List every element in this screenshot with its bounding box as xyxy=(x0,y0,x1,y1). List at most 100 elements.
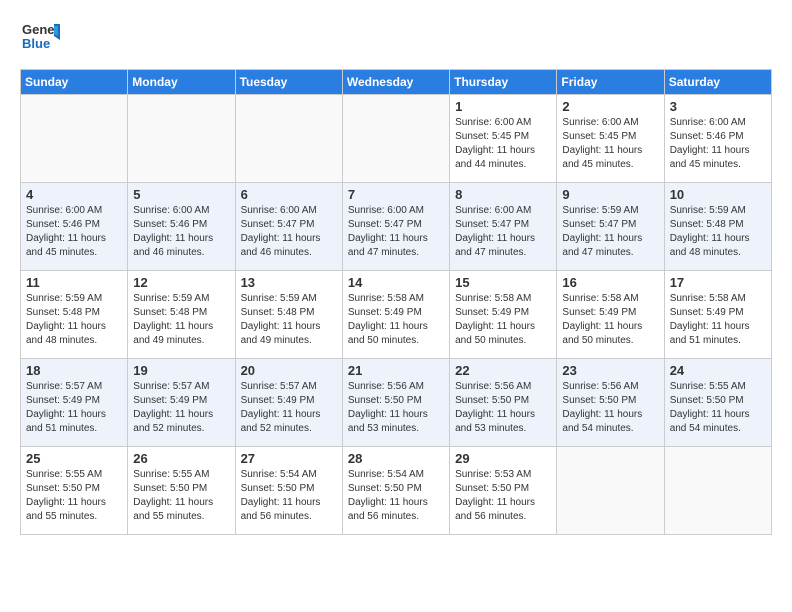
calendar-cell: 23 Sunrise: 5:56 AM Sunset: 5:50 PM Dayli… xyxy=(557,359,664,447)
calendar-cell: 4 Sunrise: 6:00 AM Sunset: 5:46 PM Daylig… xyxy=(21,183,128,271)
day-number: 1 xyxy=(455,99,551,114)
day-number: 29 xyxy=(455,451,551,466)
day-number: 3 xyxy=(670,99,766,114)
day-number: 4 xyxy=(26,187,122,202)
calendar-cell: 26 Sunrise: 5:55 AM Sunset: 5:50 PM Dayli… xyxy=(128,447,235,535)
calendar-cell: 14 Sunrise: 5:58 AM Sunset: 5:49 PM Dayli… xyxy=(342,271,449,359)
calendar-cell: 10 Sunrise: 5:59 AM Sunset: 5:48 PM Dayli… xyxy=(664,183,771,271)
calendar-cell xyxy=(128,95,235,183)
calendar-cell: 7Sunrise: 6:00 AM Sunset: 5:47 PM Daylig… xyxy=(342,183,449,271)
calendar-table: SundayMondayTuesdayWednesdayThursdayFrid… xyxy=(20,69,772,535)
calendar-week-row: 25 Sunrise: 5:55 AM Sunset: 5:50 PM Dayli… xyxy=(21,447,772,535)
day-number: 15 xyxy=(455,275,551,290)
calendar-cell: 25 Sunrise: 5:55 AM Sunset: 5:50 PM Dayli… xyxy=(21,447,128,535)
day-number: 20 xyxy=(241,363,337,378)
cell-info: Sunrise: 5:56 AM Sunset: 5:50 PM Dayligh… xyxy=(562,380,658,436)
calendar-cell: 9 Sunrise: 5:59 AM Sunset: 5:47 PM Daylig… xyxy=(557,183,664,271)
header-day: Saturday xyxy=(664,70,771,95)
calendar-cell: 2 Sunrise: 6:00 AM Sunset: 5:45 PM Daylig… xyxy=(557,95,664,183)
header-day: Wednesday xyxy=(342,70,449,95)
calendar-cell: 18Sunrise: 5:57 AM Sunset: 5:49 PM Dayli… xyxy=(21,359,128,447)
day-number: 16 xyxy=(562,275,658,290)
calendar-cell: 8Sunrise: 6:00 AM Sunset: 5:47 PM Daylig… xyxy=(450,183,557,271)
cell-info: Sunrise: 5:59 AM Sunset: 5:47 PM Dayligh… xyxy=(562,204,658,260)
cell-info: Sunrise: 5:58 AM Sunset: 5:49 PM Dayligh… xyxy=(562,292,658,348)
calendar-week-row: 11 Sunrise: 5:59 AM Sunset: 5:48 PM Dayli… xyxy=(21,271,772,359)
cell-info: Sunrise: 5:54 AM Sunset: 5:50 PM Dayligh… xyxy=(348,468,444,524)
cell-info: Sunrise: 5:58 AM Sunset: 5:49 PM Dayligh… xyxy=(455,292,551,348)
calendar-cell: 12 Sunrise: 5:59 AM Sunset: 5:48 PM Dayli… xyxy=(128,271,235,359)
day-number: 2 xyxy=(562,99,658,114)
calendar-cell: 27 Sunrise: 5:54 AM Sunset: 5:50 PM Dayli… xyxy=(235,447,342,535)
day-number: 22 xyxy=(455,363,551,378)
cell-info: Sunrise: 5:57 AM Sunset: 5:49 PM Dayligh… xyxy=(241,380,337,436)
day-number: 28 xyxy=(348,451,444,466)
cell-info: Sunrise: 5:56 AM Sunset: 5:50 PM Dayligh… xyxy=(455,380,551,436)
calendar-week-row: 4 Sunrise: 6:00 AM Sunset: 5:46 PM Daylig… xyxy=(21,183,772,271)
calendar-cell: 20 Sunrise: 5:57 AM Sunset: 5:49 PM Dayli… xyxy=(235,359,342,447)
cell-info: Sunrise: 6:00 AM Sunset: 5:47 PM Dayligh… xyxy=(241,204,337,260)
day-number: 14 xyxy=(348,275,444,290)
day-number: 13 xyxy=(241,275,337,290)
cell-info: Sunrise: 5:54 AM Sunset: 5:50 PM Dayligh… xyxy=(241,468,337,524)
calendar-cell: 6 Sunrise: 6:00 AM Sunset: 5:47 PM Daylig… xyxy=(235,183,342,271)
header-day: Tuesday xyxy=(235,70,342,95)
calendar-cell: 22 Sunrise: 5:56 AM Sunset: 5:50 PM Dayli… xyxy=(450,359,557,447)
calendar-cell: 29 Sunrise: 5:53 AM Sunset: 5:50 PM Dayli… xyxy=(450,447,557,535)
cell-info: Sunrise: 6:00 AM Sunset: 5:46 PM Dayligh… xyxy=(26,204,122,260)
day-number: 19 xyxy=(133,363,229,378)
day-number: 21 xyxy=(348,363,444,378)
cell-info: Sunrise: 5:53 AM Sunset: 5:50 PM Dayligh… xyxy=(455,468,551,524)
day-number: 9 xyxy=(562,187,658,202)
logo-graphic: General Blue xyxy=(20,16,60,61)
cell-info: Sunrise: 5:58 AM Sunset: 5:49 PM Dayligh… xyxy=(348,292,444,348)
cell-info: Sunrise: 5:57 AM Sunset: 5:49 PM Dayligh… xyxy=(133,380,229,436)
cell-info: Sunrise: 5:59 AM Sunset: 5:48 PM Dayligh… xyxy=(670,204,766,260)
header-day: Friday xyxy=(557,70,664,95)
cell-info: Sunrise: 5:58 AM Sunset: 5:49 PM Dayligh… xyxy=(670,292,766,348)
calendar-cell: 3 Sunrise: 6:00 AM Sunset: 5:46 PM Daylig… xyxy=(664,95,771,183)
cell-info: Sunrise: 5:55 AM Sunset: 5:50 PM Dayligh… xyxy=(670,380,766,436)
cell-info: Sunrise: 6:00 AM Sunset: 5:46 PM Dayligh… xyxy=(133,204,229,260)
header-row: SundayMondayTuesdayWednesdayThursdayFrid… xyxy=(21,70,772,95)
day-number: 17 xyxy=(670,275,766,290)
logo: General Blue xyxy=(20,16,60,61)
cell-info: Sunrise: 6:00 AM Sunset: 5:45 PM Dayligh… xyxy=(562,116,658,172)
cell-info: Sunrise: 6:00 AM Sunset: 5:46 PM Dayligh… xyxy=(670,116,766,172)
cell-info: Sunrise: 5:55 AM Sunset: 5:50 PM Dayligh… xyxy=(133,468,229,524)
calendar-cell xyxy=(557,447,664,535)
day-number: 23 xyxy=(562,363,658,378)
cell-info: Sunrise: 5:59 AM Sunset: 5:48 PM Dayligh… xyxy=(133,292,229,348)
calendar-cell xyxy=(342,95,449,183)
calendar-cell: 19 Sunrise: 5:57 AM Sunset: 5:49 PM Dayli… xyxy=(128,359,235,447)
calendar-cell: 15 Sunrise: 5:58 AM Sunset: 5:49 PM Dayli… xyxy=(450,271,557,359)
cell-info: Sunrise: 6:00 AM Sunset: 5:45 PM Dayligh… xyxy=(455,116,551,172)
header-day: Monday xyxy=(128,70,235,95)
day-number: 5 xyxy=(133,187,229,202)
calendar-cell: 16 Sunrise: 5:58 AM Sunset: 5:49 PM Dayli… xyxy=(557,271,664,359)
svg-text:Blue: Blue xyxy=(22,36,50,51)
day-number: 10 xyxy=(670,187,766,202)
cell-info: Sunrise: 5:55 AM Sunset: 5:50 PM Dayligh… xyxy=(26,468,122,524)
calendar-cell: 5 Sunrise: 6:00 AM Sunset: 5:46 PM Daylig… xyxy=(128,183,235,271)
day-number: 6 xyxy=(241,187,337,202)
header-day: Sunday xyxy=(21,70,128,95)
day-number: 25 xyxy=(26,451,122,466)
day-number: 11 xyxy=(26,275,122,290)
calendar-cell: 17 Sunrise: 5:58 AM Sunset: 5:49 PM Dayli… xyxy=(664,271,771,359)
day-number: 24 xyxy=(670,363,766,378)
header-day: Thursday xyxy=(450,70,557,95)
cell-info: Sunrise: 5:56 AM Sunset: 5:50 PM Dayligh… xyxy=(348,380,444,436)
day-number: 27 xyxy=(241,451,337,466)
calendar-cell: 24 Sunrise: 5:55 AM Sunset: 5:50 PM Dayli… xyxy=(664,359,771,447)
day-number: 8 xyxy=(455,187,551,202)
calendar-cell xyxy=(235,95,342,183)
calendar-cell: 11 Sunrise: 5:59 AM Sunset: 5:48 PM Dayli… xyxy=(21,271,128,359)
day-number: 18 xyxy=(26,363,122,378)
day-number: 12 xyxy=(133,275,229,290)
day-number: 26 xyxy=(133,451,229,466)
calendar-week-row: 1 Sunrise: 6:00 AM Sunset: 5:45 PM Daylig… xyxy=(21,95,772,183)
calendar-week-row: 18 Sunrise: 5:57 AM Sunset: 5:49 PM Dayli… xyxy=(21,359,772,447)
page-header: General Blue xyxy=(20,16,772,61)
cell-info: Sunrise: 5:59 AM Sunset: 5:48 PM Dayligh… xyxy=(26,292,122,348)
